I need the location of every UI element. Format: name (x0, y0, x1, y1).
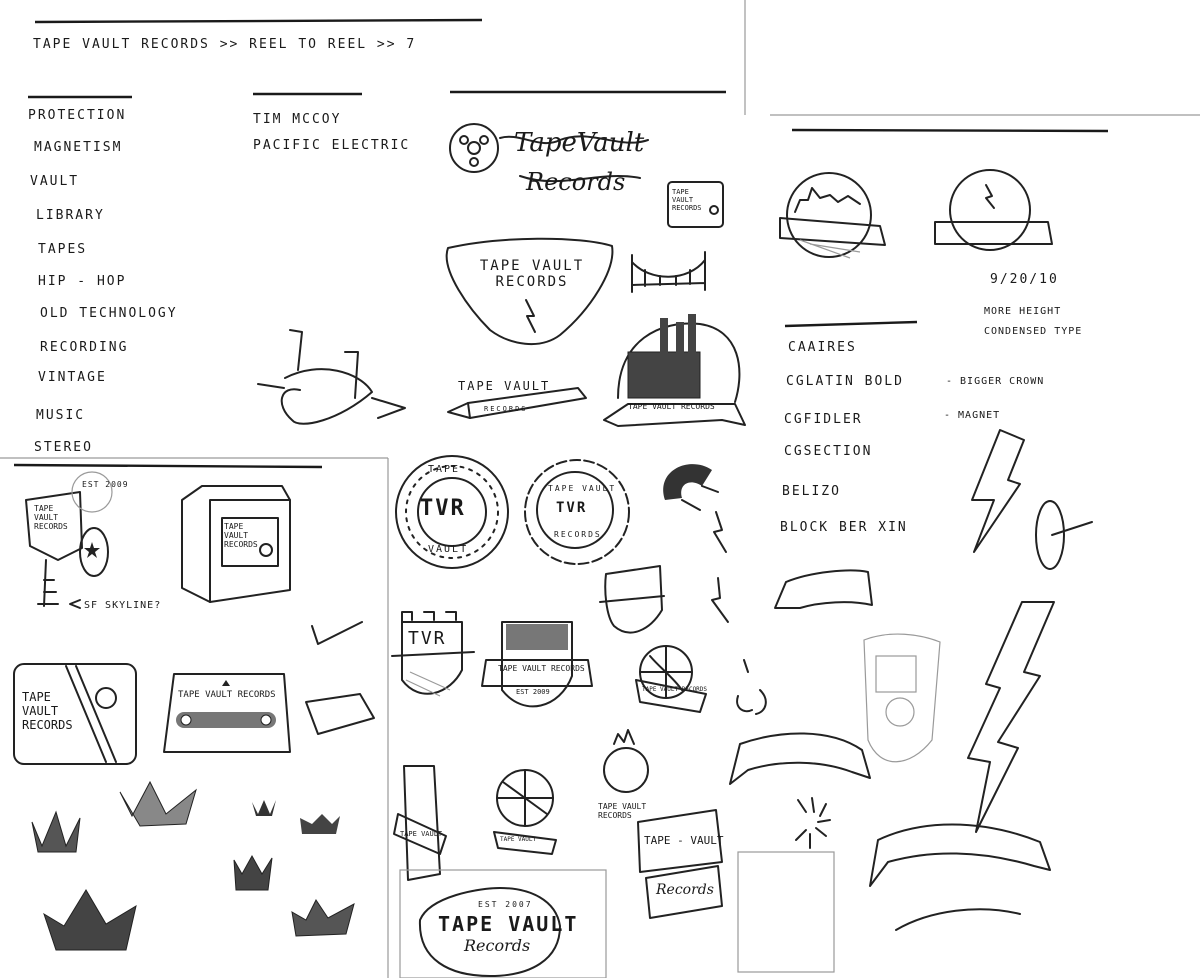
seal-left-top: TAPE (428, 464, 461, 475)
bridge-icon (631, 251, 706, 293)
seal-left-mid: TVR (420, 496, 466, 521)
note-condensed: CONDENSED TYPE (984, 326, 1083, 337)
breadcrumb: TAPE VAULT RECORDS >> REEL TO REEL >> 7 (33, 37, 417, 52)
vertical-banner-label: TAPE VAULT (400, 830, 443, 838)
font-name: BLOCK BER XIN (780, 520, 908, 535)
lightning-bolt-icon (971, 429, 1025, 553)
note-magnet: - MAGNET (944, 410, 1001, 421)
castle-shield (391, 611, 475, 697)
shield-outline (863, 633, 941, 763)
paper-patch (737, 851, 835, 973)
vertical-banner (393, 765, 447, 881)
cassette (163, 673, 291, 753)
globe-crown (603, 729, 649, 793)
note-date: 9/20/10 (990, 272, 1059, 287)
reference: TIM MCCOY (253, 112, 342, 127)
note-est: EST 2009 (82, 480, 129, 489)
city-seal (779, 172, 886, 259)
bottom-est: EST 2007 (478, 900, 533, 909)
small-crest (599, 565, 665, 634)
small-bolt-icon (711, 577, 729, 623)
records-tag-label: Records (656, 882, 714, 898)
arrow-logo-bottom: RECORDS (484, 405, 528, 413)
font-name: BELIZO (782, 484, 841, 499)
small-globe-banner: TAPE VAULT (500, 836, 537, 843)
cassette-label: TAPE VAULT RECORDS (178, 690, 276, 700)
ribbon-banner-1 (729, 732, 871, 785)
tape-box-label: TAPE VAULT RECORDS (22, 690, 73, 732)
seal-right-mid: TVR (556, 500, 588, 516)
key-tag-label: TAPE VAULT RECORDS (34, 504, 68, 531)
key-tag (25, 471, 113, 609)
ribbon-icon (774, 569, 873, 609)
magnet-ribbon-sketch (257, 329, 406, 425)
sunburst-icon (795, 797, 831, 849)
keyword: LIBRARY (36, 208, 105, 223)
keyword: RECORDING (40, 340, 129, 355)
keyword: VINTAGE (38, 370, 107, 385)
globe-crown-caption: TAPE VAULT RECORDS (598, 802, 647, 820)
small-figure-icon (736, 659, 767, 715)
keyword: MAGNETISM (34, 140, 123, 155)
check-mark (311, 621, 363, 645)
font-name: CGFIDLER (784, 412, 863, 427)
note-sf-skyline: SF SKYLINE? (84, 600, 162, 611)
note-more-height: MORE HEIGHT (984, 306, 1062, 317)
factory-banner-label: TAPE VAULT RECORDS (628, 402, 715, 411)
seal-right-top: TAPE VAULT (548, 484, 617, 493)
keyword: PROTECTION (28, 108, 127, 123)
box-label: TAPE VAULT RECORDS (224, 522, 258, 549)
small-box-label: TAPE VAULT RECORDS (672, 188, 702, 212)
seal-right-bottom: RECORDS (554, 530, 602, 539)
bottom-title: TAPE VAULT (438, 912, 579, 936)
shield-est: EST 2009 (516, 688, 550, 696)
globe-banner-label: TAPE VAULT RECORDS (642, 686, 708, 693)
keyword: OLD TECHNOLOGY (40, 306, 178, 321)
thumbtack-icon (1035, 500, 1093, 570)
note-bigger-crown: - BIGGER CROWN (946, 376, 1045, 387)
keyword: MUSIC (36, 408, 86, 423)
crown-icons (31, 780, 355, 951)
bottom-sub: Records (464, 936, 531, 955)
magnet-icon (663, 464, 727, 553)
globe-banner (635, 645, 707, 713)
keyword: STEREO (34, 440, 93, 455)
crest-tvr: TVR (408, 628, 447, 649)
shield-main-label: TAPE VAULT RECORDS (479, 258, 585, 290)
keyword: VAULT (30, 174, 80, 189)
reference: PACIFIC ELECTRIC (253, 138, 411, 153)
font-name: CGSECTION (784, 444, 873, 459)
font-name: CGLATIN BOLD (786, 374, 904, 389)
script-logo-top: TapeVault (514, 128, 645, 158)
tape-piece (305, 693, 375, 735)
lightning-seal (934, 169, 1053, 251)
seal-left-bottom: VAULT (428, 544, 469, 555)
large-lightning-icon (967, 601, 1055, 833)
ribbon-banner-3 (895, 908, 1021, 931)
tape-vault-tag-label: TAPE - VAULT (644, 834, 724, 847)
script-logo-bottom: Records (526, 168, 626, 196)
ribbon-banner-2 (869, 823, 1051, 887)
font-name: CAAIRES (788, 340, 857, 355)
keyword: HIP - HOP (38, 274, 127, 289)
shield-logo (445, 237, 614, 346)
keyword: TAPES (38, 242, 88, 257)
arrow-logo-top: TAPE VAULT (458, 379, 551, 393)
tape-vault-tag (637, 809, 723, 919)
shield-banner-label: TAPE VAULT RECORDS (498, 664, 585, 673)
